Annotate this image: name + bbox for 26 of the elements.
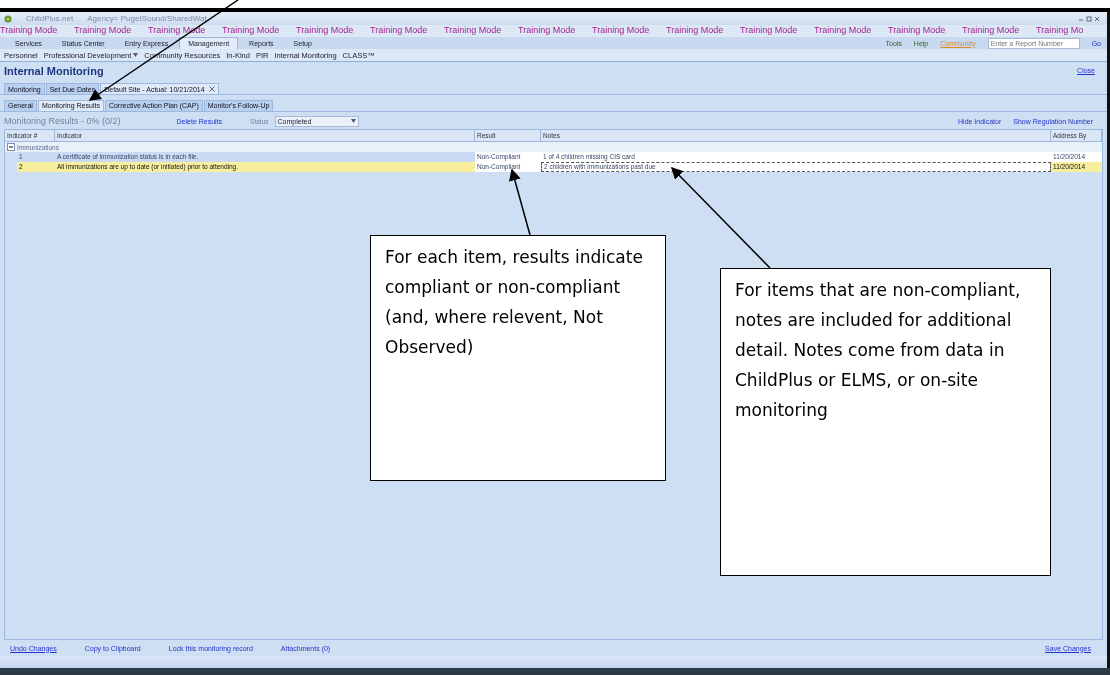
callout-text: For items that are non-compliant, notes are included for additional detail. Notes come from data in ChildPlus or ELMS, or on-site monitoring	[720, 268, 1051, 576]
training-mode-label: Training Mode	[296, 25, 355, 37]
training-mode-label: Training Mode	[74, 25, 133, 37]
callout-text: For each item, results indicate compliant or non-compliant (and, where relevent, Not Observed)	[370, 235, 666, 481]
window-title: ChildPlus.net	[26, 14, 74, 23]
window-controls-icon[interactable]	[1079, 15, 1101, 22]
page-title: Internal Monitoring	[4, 64, 104, 77]
training-mode-label: Training Mode	[0, 25, 59, 37]
close-icon[interactable]	[208, 86, 215, 92]
training-mode-label: Training Mode	[518, 25, 577, 37]
training-mode-label: Training Mo	[1036, 25, 1085, 37]
training-mode-label: Training Mode	[740, 25, 799, 37]
training-mode-label: Training Mode	[888, 25, 947, 37]
agency-label: Agency= PugetSound/SharedWat	[87, 14, 207, 23]
training-mode-label: Training Mode	[592, 25, 651, 37]
results-heading: Monitoring Results - 0% (0/2)	[4, 116, 121, 126]
training-mode-label: Training Mode	[962, 25, 1021, 37]
collapse-icon[interactable]	[7, 143, 15, 151]
training-mode-label: Training Mode	[222, 25, 281, 37]
training-mode-label: Training Mode	[814, 25, 873, 37]
app-logo-icon	[4, 14, 12, 23]
training-mode-label: Training Mode	[666, 25, 725, 37]
training-mode-label: Training Mode	[444, 25, 503, 37]
training-mode-label: Training Mode	[370, 25, 429, 37]
caret-icon	[133, 53, 139, 57]
caret-icon	[350, 119, 356, 123]
